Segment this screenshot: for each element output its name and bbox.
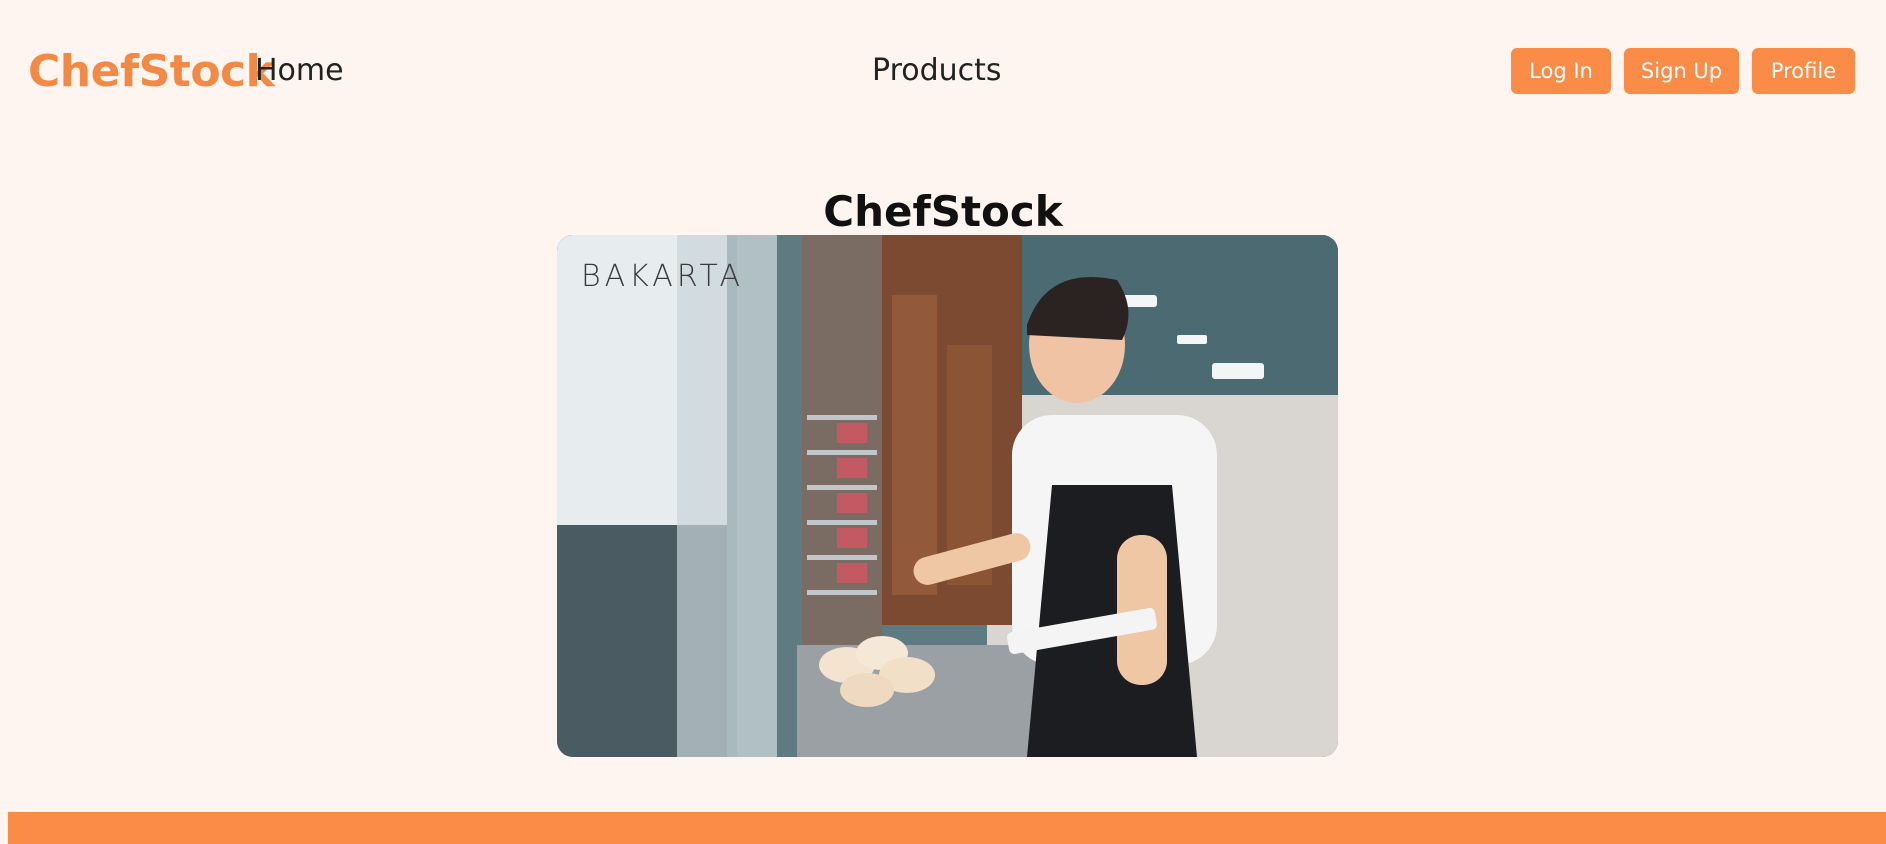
hero-illustration <box>557 235 1338 757</box>
signup-button[interactable]: Sign Up <box>1624 48 1739 94</box>
login-button[interactable]: Log In <box>1511 48 1611 94</box>
profile-button[interactable]: Profile <box>1752 48 1855 94</box>
footer-bar <box>8 812 1886 844</box>
nav-link-products[interactable]: Products <box>872 52 1002 90</box>
brand-logo[interactable]: ChefStock <box>28 46 275 98</box>
hero-image: BAKARTA <box>557 235 1338 757</box>
page-title: ChefStock <box>823 187 1063 237</box>
top-navigation: ChefStock Home Products Log In Sign Up P… <box>0 0 1886 140</box>
hero-logo-text: BAKARTA <box>581 259 745 294</box>
nav-link-home[interactable]: Home <box>255 52 344 90</box>
